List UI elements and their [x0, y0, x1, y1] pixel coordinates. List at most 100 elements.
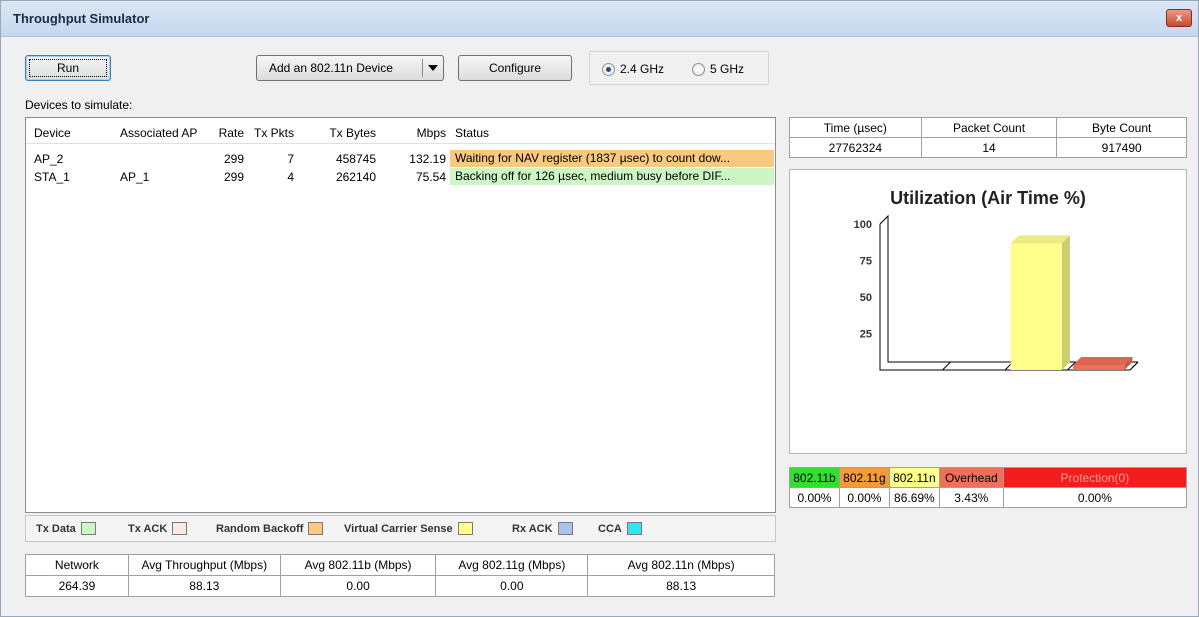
device-row[interactable]: STA_1 AP_1 299 4 262140 75.54 Backing of… — [26, 168, 775, 185]
band-label-2-4ghz: 2.4 GHz — [620, 62, 665, 76]
breakdown-value: 0.00% — [789, 487, 840, 508]
bar-side — [1061, 235, 1070, 370]
window-title: Throughput Simulator — [13, 11, 150, 26]
y-tick-label: 25 — [860, 329, 872, 341]
device-status: Waiting for NAV register (1837 µsec) to … — [450, 150, 774, 167]
y-tick-label: 50 — [860, 292, 872, 304]
counter-value: 917490 — [1056, 137, 1187, 158]
summary-value: 0.00 — [435, 575, 589, 597]
airtime-breakdown-table: 802.11b 802.11g 802.11n Overhead Protect… — [789, 467, 1188, 508]
summary-header: Network — [25, 554, 129, 576]
chevron-down-icon[interactable] — [428, 65, 438, 71]
color-swatch — [457, 522, 473, 535]
device-mbps: 75.54 — [415, 170, 446, 184]
counter-header: Packet Count — [920, 117, 1058, 138]
device-list[interactable]: Device Associated AP Rate Tx Pkts Tx Byt… — [25, 117, 776, 513]
legend-virtual-carrier-sense: Virtual Carrier Sense — [344, 522, 473, 535]
y-tick-label: 100 — [854, 219, 872, 231]
y-tick-label: 75 — [860, 256, 872, 268]
band-label-5ghz: 5 GHz — [710, 62, 745, 76]
device-rate: 299 — [223, 170, 244, 184]
breakdown-value: 0.00% — [838, 487, 890, 508]
device-rate: 299 — [223, 152, 244, 166]
breakdown-header-80211n: 802.11n — [888, 467, 940, 488]
devices-caption: Devices to simulate: — [25, 98, 133, 112]
breakdown-header-protection: Protection(0) — [1002, 467, 1188, 488]
column-mbps[interactable]: Mbps — [394, 126, 446, 140]
color-swatch — [172, 522, 188, 535]
legend-label: Tx ACK — [128, 522, 168, 535]
device-mbps: 132.19 — [409, 152, 446, 166]
breakdown-value: 0.00% — [1002, 487, 1188, 508]
legend-random-backoff: Random Backoff — [216, 522, 324, 535]
chart-title: Utilization (Air Time %) — [890, 188, 1086, 208]
column-device[interactable]: Device — [34, 126, 71, 140]
legend-tx-ack: Tx ACK — [128, 522, 188, 535]
device-tx-pkts: 4 — [287, 170, 294, 184]
throughput-simulator-window: Throughput Simulator x Run Add an 802.11… — [0, 0, 1199, 617]
breakdown-value: 3.43% — [938, 487, 1004, 508]
counter-value: 27762324 — [789, 137, 922, 158]
activity-legend: Tx Data Tx ACK Random Backoff Virtual Ca… — [25, 515, 776, 542]
band-selector: 2.4 GHz 5 GHz — [589, 51, 769, 85]
device-ap: AP_1 — [120, 170, 150, 184]
color-swatch — [308, 522, 324, 535]
column-tx-bytes[interactable]: Tx Bytes — [316, 126, 376, 140]
device-name: STA_1 — [34, 170, 70, 184]
device-name: AP_2 — [34, 152, 64, 166]
close-icon: x — [1175, 12, 1183, 24]
breakdown-header-80211g: 802.11g — [838, 467, 890, 488]
summary-header: Avg 802.11n (Mbps) — [587, 554, 775, 576]
counter-value: 14 — [920, 137, 1058, 158]
color-swatch — [80, 522, 96, 535]
configure-button[interactable]: Configure — [458, 55, 572, 81]
counter-header: Byte Count — [1056, 117, 1187, 138]
chart-floor-divider — [942, 361, 951, 371]
column-status[interactable]: Status — [455, 126, 489, 140]
summary-value: 88.13 — [127, 575, 281, 597]
breakdown-value: 86.69% — [888, 487, 940, 508]
chart-bar — [1010, 243, 1062, 370]
legend-tx-data: Tx Data — [36, 522, 96, 535]
close-button[interactable]: x — [1166, 9, 1192, 27]
device-tx-pkts: 7 — [287, 152, 294, 166]
band-radio-2-4ghz[interactable]: 2.4 GHz — [602, 62, 664, 76]
legend-label: CCA — [598, 522, 622, 535]
summary-value: 88.13 — [587, 575, 775, 597]
summary-header: Avg Throughput (Mbps) — [127, 554, 281, 576]
utilization-chart: 25 50 75 100 — [854, 214, 1139, 371]
color-swatch — [557, 522, 573, 535]
legend-label: Virtual Carrier Sense — [344, 522, 453, 535]
chart-back-wall — [879, 214, 1138, 363]
column-rate[interactable]: Rate — [202, 126, 244, 140]
column-tx-pkts[interactable]: Tx Pkts — [252, 126, 294, 140]
counters-table: Time (µsec) Packet Count Byte Count 2776… — [789, 117, 1187, 158]
legend-rx-ack: Rx ACK — [512, 522, 573, 535]
summary-value: 0.00 — [279, 575, 437, 597]
counter-header: Time (µsec) — [789, 117, 922, 138]
run-button[interactable]: Run — [25, 55, 111, 81]
title-bar[interactable]: Throughput Simulator x — [1, 1, 1198, 37]
legend-cca: CCA — [598, 522, 642, 535]
legend-label: Rx ACK — [512, 522, 553, 535]
legend-label: Random Backoff — [216, 522, 304, 535]
device-tx-bytes: 458745 — [335, 152, 376, 166]
bar-top — [1073, 356, 1133, 365]
utilization-chart-panel: Utilization (Air Time %) 25 50 75 100 — [789, 169, 1187, 454]
radio-unselected-icon — [692, 62, 705, 76]
chart-bar — [1073, 364, 1125, 370]
color-swatch — [626, 522, 642, 535]
column-associated-ap[interactable]: Associated AP — [120, 126, 197, 140]
add-device-label: Add an 802.11n Device — [269, 61, 393, 75]
device-tx-bytes: 262140 — [335, 170, 376, 184]
chart-floor-divider — [1129, 361, 1139, 371]
throughput-summary-table: Network Avg Throughput (Mbps) Avg 802.11… — [25, 554, 775, 597]
add-device-dropdown[interactable]: Add an 802.11n Device — [256, 55, 444, 81]
device-row[interactable]: AP_2 299 7 458745 132.19 Waiting for NAV… — [26, 150, 775, 167]
legend-label: Tx Data — [36, 522, 76, 535]
band-radio-5ghz[interactable]: 5 GHz — [692, 62, 744, 76]
device-list-header: Device Associated AP Rate Tx Pkts Tx Byt… — [26, 118, 775, 144]
breakdown-header-80211b: 802.11b — [789, 467, 840, 488]
chart-axis — [879, 224, 1130, 371]
configure-button-label: Configure — [488, 61, 542, 75]
